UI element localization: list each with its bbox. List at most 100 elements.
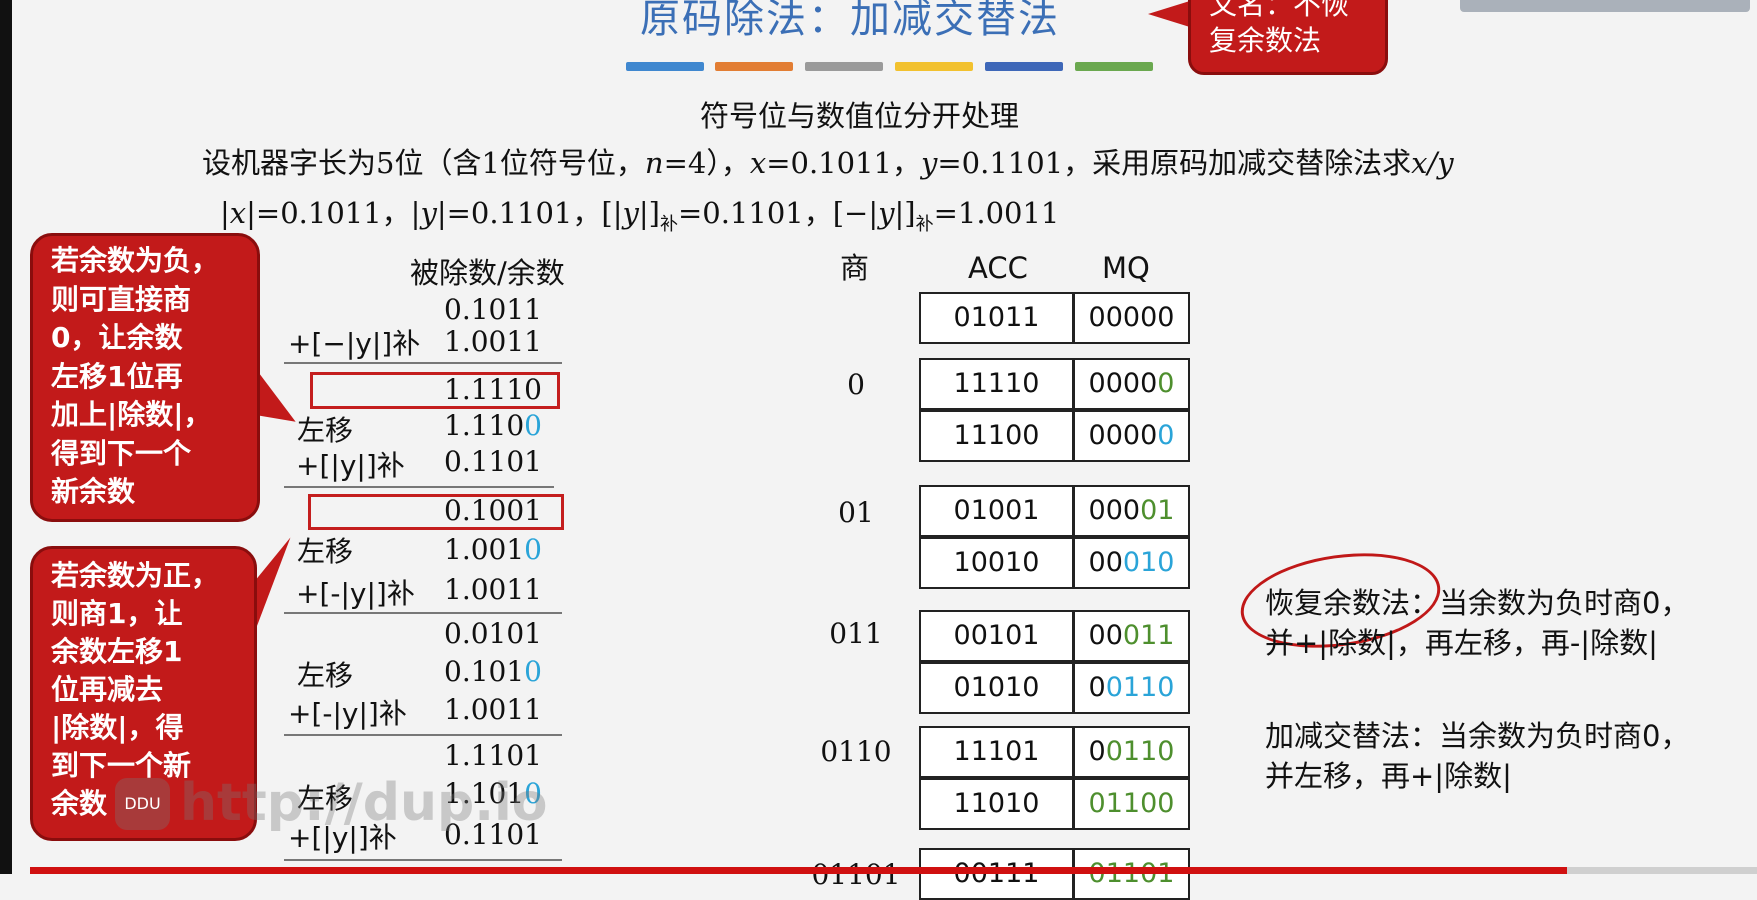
callout-line: 则商1，让: [51, 597, 183, 630]
acc-cell: 11010: [919, 778, 1074, 830]
video-progress-bar[interactable]: [30, 867, 1567, 874]
shifted-digit: 0: [524, 533, 542, 566]
add-neg-divisor-label: +[-|y|]补: [296, 577, 415, 610]
color-bar: [715, 62, 793, 71]
top-note-line: 复余数法: [1209, 24, 1322, 57]
mq-quotient-digits: 010: [1122, 547, 1175, 578]
mq-quotient-digits: 0: [1157, 368, 1175, 399]
digits: 1.110: [444, 409, 525, 442]
acc-cell: 01001: [919, 485, 1074, 537]
quotient-value: 01101: [811, 858, 901, 891]
note-text: ：当余数为负时商0，: [1410, 586, 1690, 620]
divider: [284, 859, 562, 861]
acc-cell: 11100: [919, 410, 1074, 462]
watermark-icon: DDU: [115, 778, 170, 830]
shift-left-label: 左移: [297, 414, 354, 447]
acc-cell: 01011: [919, 292, 1074, 344]
mq-digits: 0000: [1088, 368, 1158, 399]
add-neg-divisor-label: +[−|y|]补: [288, 327, 421, 360]
quotient-header: 商: [840, 251, 870, 285]
text: |]: [894, 196, 916, 230]
remainder-value: 0.1011: [444, 293, 542, 326]
digits: 0.101: [444, 655, 525, 688]
alternating-method-note: 加减交替法：当余数为负时商0， 并左移，再+|除数|: [1265, 716, 1689, 796]
shift-left-label: 左移: [297, 535, 354, 568]
var-y: y: [420, 196, 437, 230]
mq-cell: 00010: [1073, 537, 1190, 589]
mq-cell: 00011: [1073, 610, 1190, 662]
mq-digits: 0: [1088, 736, 1106, 767]
color-bar: [626, 62, 704, 71]
acc-cell: 00101: [919, 610, 1074, 662]
channel-logo: [1460, 0, 1750, 12]
quotient-value: 011: [829, 617, 883, 650]
add-divisor-label: +[|y|]补: [296, 449, 405, 482]
var-x: x: [749, 146, 767, 180]
watermark-text: http://dup.io: [180, 773, 548, 833]
shifted-digit: 0: [524, 409, 542, 442]
color-bar: [985, 62, 1063, 71]
shift-left-label: 左移: [297, 659, 354, 692]
operand-values: |x|=0.1011，|y|=0.1101，[|y|]补=0.1101，[−|y…: [220, 190, 1059, 236]
divider: [284, 734, 562, 736]
remainder-value: 1.0011: [444, 693, 542, 726]
remainder-value: 1.1110: [444, 373, 542, 406]
mq-digits: 0000: [1088, 420, 1158, 451]
callout-line: 0，让余数: [51, 321, 183, 354]
text: 设机器字长为5位（含1位符号位，: [202, 146, 645, 180]
callout-line: 则可直接商: [51, 282, 192, 316]
acc-cell: 11110: [919, 358, 1074, 410]
top-note-callout: 又名：不恢 复余数法: [1188, 0, 1388, 75]
quotient-value: 0110: [820, 735, 892, 768]
note-line: 并左移，再+|除数|: [1265, 759, 1512, 793]
quotient-value: 0: [847, 368, 865, 401]
callout-line: |除数|，得: [51, 711, 184, 744]
top-note-tail: [1148, 0, 1193, 28]
slide-title: 原码除法：加减交替法: [640, 0, 1060, 42]
quotient-value: 01: [838, 496, 874, 529]
remainder-value: 1.0010: [444, 533, 542, 566]
text: |=0.1011，|: [246, 196, 421, 230]
video-progress-remaining[interactable]: [1567, 867, 1757, 874]
problem-statement: 设机器字长为5位（含1位符号位，n=4），x=0.1011，y=0.1101，采…: [202, 140, 1454, 182]
subscript: 补: [659, 213, 678, 235]
slide-subtitle: 符号位与数值位分开处理: [700, 99, 1020, 133]
callout-line: 新余数: [51, 475, 136, 508]
text: =4），: [663, 146, 750, 180]
remainder-value: 0.0101: [444, 617, 542, 650]
left-black-border: [0, 0, 12, 874]
dividend-header: 被除数/余数: [410, 256, 565, 290]
mq-cell: 00000: [1073, 292, 1190, 344]
text: =0.1101，[−|: [677, 196, 879, 230]
mq-quotient-digits: 011: [1122, 620, 1175, 651]
remainder-value: 0.1101: [444, 445, 542, 478]
mq-quotient-digits: 0110: [1105, 736, 1175, 767]
mq-cell: 00000: [1073, 358, 1190, 410]
acc-cell: 00111: [919, 848, 1074, 900]
mq-quotient-digits: 0110: [1105, 672, 1175, 703]
callout-line: 加上|除数|，: [51, 398, 212, 431]
callout-line: 得到下一个: [51, 436, 192, 470]
text: |=0.1101，[|: [436, 196, 623, 230]
var-y: y: [920, 146, 938, 180]
mq-quotient-digits: 01100: [1088, 788, 1175, 819]
acc-cell: 10010: [919, 537, 1074, 589]
add-neg-divisor-label: +[-|y|]补: [288, 697, 407, 730]
mq-digits: 000: [1088, 495, 1141, 526]
text: |]: [638, 196, 660, 230]
mq-cell: 01100: [1073, 778, 1190, 830]
top-note-line: 又名：不恢: [1209, 0, 1350, 21]
mq-digits: 00: [1088, 620, 1123, 651]
callout-line: 余数左移1: [51, 635, 183, 668]
callout-line: 若余数为正，: [51, 559, 220, 592]
digits: 1.001: [444, 533, 525, 566]
remainder-value: 1.1100: [444, 409, 542, 442]
remainder-value: 1.0011: [444, 573, 542, 606]
note-line: 恢复余数法：当余数为负时商0，: [1265, 583, 1689, 623]
text: =1.0011: [933, 196, 1060, 230]
mq-header: MQ: [1102, 251, 1150, 285]
remainder-value: 1.1101: [444, 739, 542, 772]
note-line: 并+|除数|，再左移，再-|除数|: [1265, 626, 1658, 660]
acc-cell: 01010: [919, 662, 1074, 714]
mq-cell: 01101: [1073, 848, 1190, 900]
